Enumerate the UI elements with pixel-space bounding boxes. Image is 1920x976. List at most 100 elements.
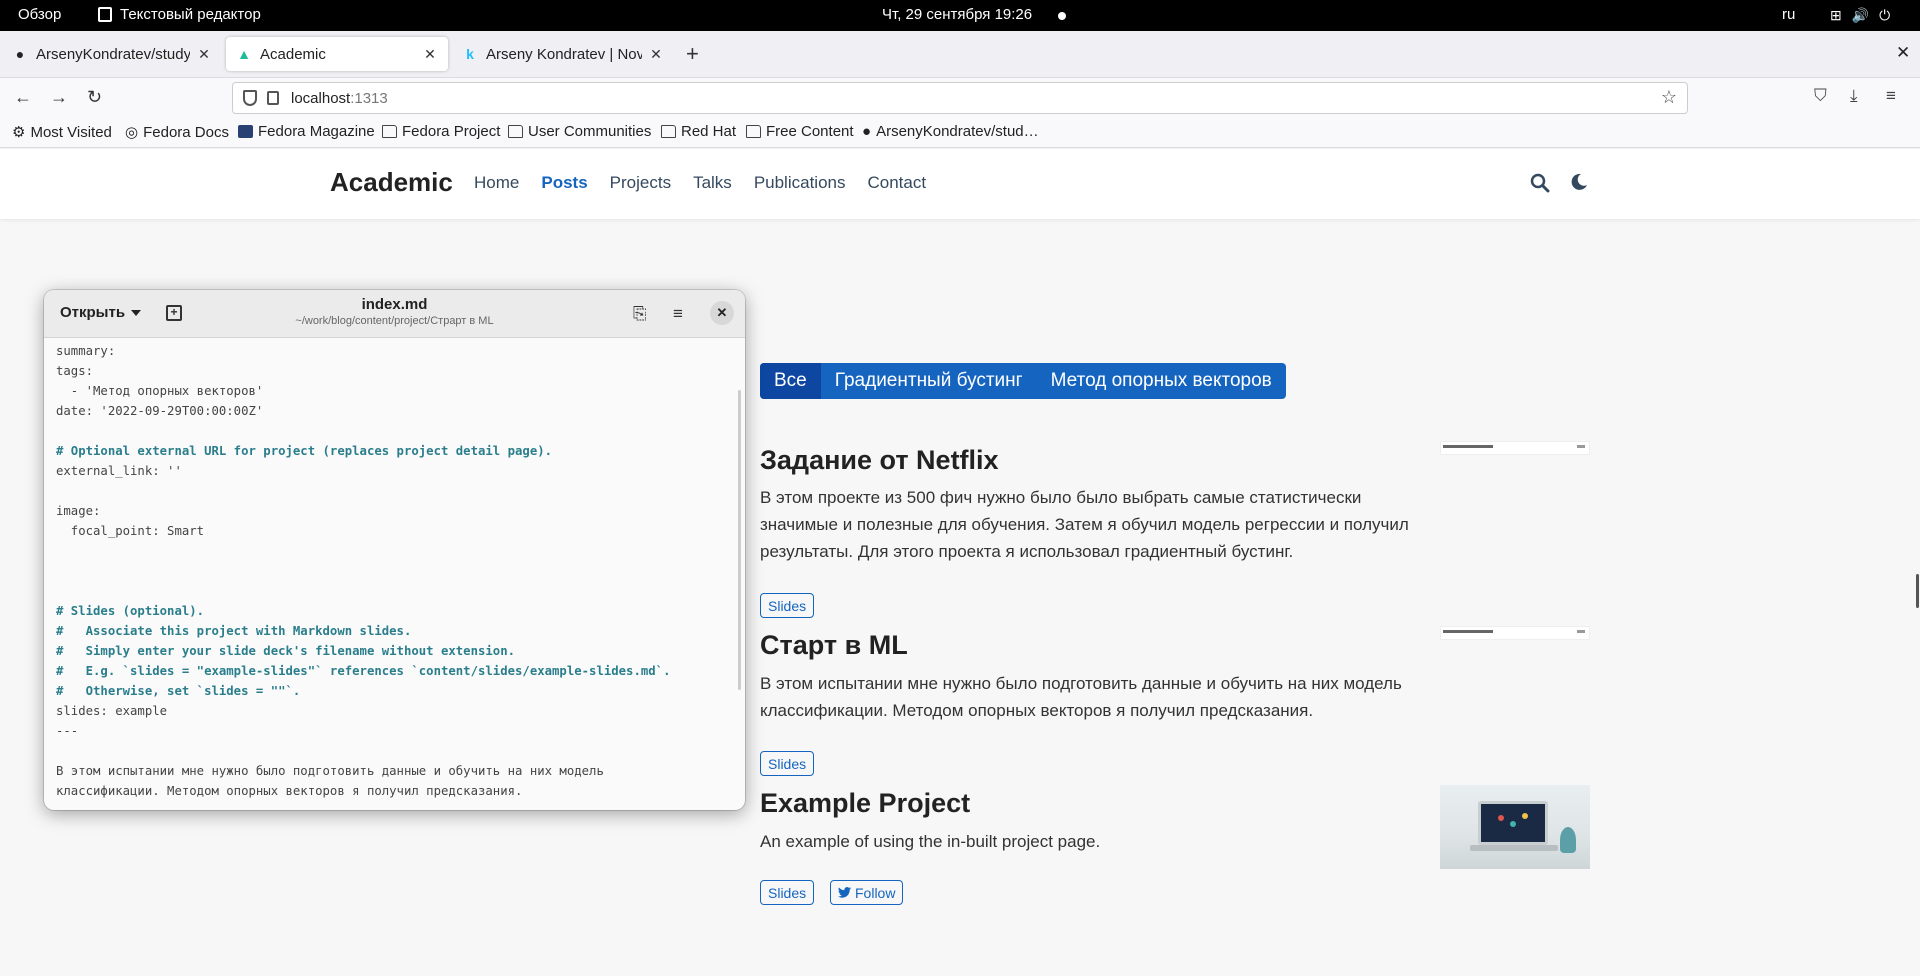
dark-mode-moon-icon[interactable] — [1570, 173, 1588, 197]
github-icon: ● — [862, 123, 872, 140]
notification-dot-icon — [1058, 12, 1066, 20]
globe-icon: ◎ — [125, 124, 139, 141]
system-tray[interactable]: ⊞ 🔊 ⏻ — [1830, 7, 1890, 24]
bookmark-free-content[interactable]: Free Content — [746, 123, 854, 140]
slides-button[interactable]: Slides — [760, 593, 815, 618]
bookmark-fedora-docs[interactable]: ◎ Fedora Docs — [125, 123, 229, 142]
activities-button[interactable]: Обзор — [18, 6, 61, 23]
editor-line: external_link: '' — [56, 464, 182, 478]
project-thumbnail[interactable] — [1440, 626, 1590, 640]
address-bar[interactable]: localhost:1313 ☆ — [232, 82, 1688, 114]
folder-icon — [508, 125, 523, 138]
editor-line: # Otherwise, set `slides = ""`. — [56, 684, 301, 698]
reload-button[interactable]: ↻ — [87, 87, 102, 108]
keyboard-layout-indicator[interactable]: ru — [1782, 6, 1795, 23]
site-info-icon[interactable] — [267, 91, 279, 105]
site-brand[interactable]: Academic — [330, 167, 453, 198]
tab-title: ArsenyKondratev/study_2 — [36, 45, 190, 63]
filter-gradient-boosting[interactable]: Градиентный бустинг — [821, 363, 1037, 399]
editor-headerbar: Открыть + index.md ~/work/blog/content/p… — [44, 290, 745, 338]
editor-line: slides: example — [56, 704, 168, 718]
page-scrollbar[interactable] — [1912, 149, 1920, 976]
editor-text-area[interactable]: summary: tags: - 'Метод опорных векторов'… — [44, 338, 745, 810]
folder-icon — [746, 125, 761, 138]
tab-kaggle[interactable]: k Arseny Kondratev | Novice ✕ — [452, 37, 674, 71]
filter-all[interactable]: Все — [760, 363, 821, 399]
bookmark-most-visited[interactable]: ⚙ Most Visited — [12, 123, 112, 142]
nav-posts[interactable]: Posts — [541, 173, 587, 193]
nav-publications[interactable]: Publications — [754, 173, 846, 193]
project-summary: An example of using the in-built project… — [760, 832, 1101, 851]
close-tab-icon[interactable]: ✕ — [648, 46, 664, 63]
app-menu[interactable]: Текстовый редактор — [98, 6, 261, 23]
project-thumbnail[interactable] — [1440, 441, 1590, 455]
folder-icon — [661, 125, 676, 138]
save-document-icon[interactable]: ⎘ — [633, 304, 647, 324]
project-summary: В этом проекте из 500 фич нужно было был… — [760, 488, 1409, 561]
editor-line: # Associate this project with Markdown s… — [56, 624, 412, 638]
editor-line: # Simply enter your slide deck's filenam… — [56, 644, 516, 658]
url-text: localhost:1313 — [291, 89, 388, 107]
clock[interactable]: Чт, 29 сентября 19:26 — [882, 6, 1032, 23]
slides-button[interactable]: Slides — [760, 751, 815, 776]
text-editor-icon — [98, 7, 112, 22]
tab-github[interactable]: ● ArsenyKondratev/study_2 ✕ — [2, 37, 222, 71]
tracking-protection-icon[interactable] — [243, 90, 257, 106]
nav-talks[interactable]: Talks — [693, 173, 732, 193]
academic-icon: ▲ — [237, 46, 251, 62]
editor-line: # Slides (optional). — [56, 604, 205, 618]
tab-title: Academic — [260, 45, 326, 63]
downloads-icon[interactable]: ⤓ — [1850, 86, 1858, 106]
bookmark-github-repo[interactable]: ● ArsenyKondratev/stud… — [862, 123, 1039, 140]
bookmark-fedora-magazine[interactable]: Fedora Magazine — [238, 123, 375, 140]
app-name: Текстовый редактор — [120, 6, 261, 23]
new-tab-button[interactable]: + — [686, 41, 699, 67]
bookmark-red-hat[interactable]: Red Hat — [661, 123, 736, 140]
close-tab-icon[interactable]: ✕ — [196, 46, 212, 63]
back-button[interactable]: ← — [14, 87, 32, 108]
page-scrollbar-thumb[interactable] — [1916, 574, 1919, 608]
power-icon: ⏻ — [1879, 7, 1891, 23]
close-window-button[interactable]: ✕ — [710, 301, 734, 325]
github-icon: ● — [15, 46, 25, 62]
project-thumbnail-laptop[interactable] — [1440, 785, 1590, 869]
close-window-button[interactable]: ✕ — [1896, 43, 1910, 63]
editor-line: # Optional external URL for project (rep… — [56, 444, 553, 458]
close-tab-icon[interactable]: ✕ — [422, 46, 438, 63]
gear-icon: ⚙ — [12, 124, 26, 141]
hamburger-menu-icon[interactable]: ≡ — [673, 304, 683, 324]
project-title[interactable]: Старт в ML — [760, 630, 908, 661]
editor-line: summary: — [56, 344, 116, 358]
site-header: Academic Home Posts Projects Talks Publi… — [0, 149, 1920, 219]
follow-button[interactable]: Follow — [830, 880, 904, 905]
twitter-icon — [838, 887, 851, 898]
bookmark-star-icon[interactable]: ☆ — [1661, 87, 1677, 108]
tab-academic[interactable]: ▲ Academic ✕ — [226, 37, 448, 71]
system-top-bar: Обзор Текстовый редактор Чт, 29 сентября… — [0, 0, 1920, 31]
filter-svm[interactable]: Метод опорных векторов — [1037, 363, 1286, 399]
project-title[interactable]: Example Project — [760, 788, 970, 819]
pocket-icon[interactable]: ⛉ — [1814, 86, 1827, 106]
project-title[interactable]: Задание от Netflix — [760, 445, 999, 476]
search-icon[interactable] — [1530, 173, 1550, 199]
bookmark-user-communities[interactable]: User Communities — [508, 123, 651, 140]
folder-icon — [382, 125, 397, 138]
slides-button[interactable]: Slides — [760, 880, 815, 905]
nav-home[interactable]: Home — [474, 173, 519, 193]
volume-icon: 🔊 — [1851, 7, 1870, 23]
hamburger-menu-icon[interactable]: ≡ — [1886, 86, 1896, 106]
editor-scrollbar[interactable] — [738, 390, 741, 690]
network-icon: ⊞ — [1830, 7, 1842, 23]
tab-title: Arseny Kondratev | Novice — [486, 45, 642, 63]
nav-contact[interactable]: Contact — [867, 173, 926, 193]
bookmark-fedora-project[interactable]: Fedora Project — [382, 123, 500, 140]
editor-line: --- — [56, 724, 79, 738]
editor-line: # E.g. `slides = "example-slides"` refer… — [56, 664, 671, 678]
forward-button[interactable]: → — [50, 87, 68, 108]
nav-projects[interactable]: Projects — [610, 173, 671, 193]
